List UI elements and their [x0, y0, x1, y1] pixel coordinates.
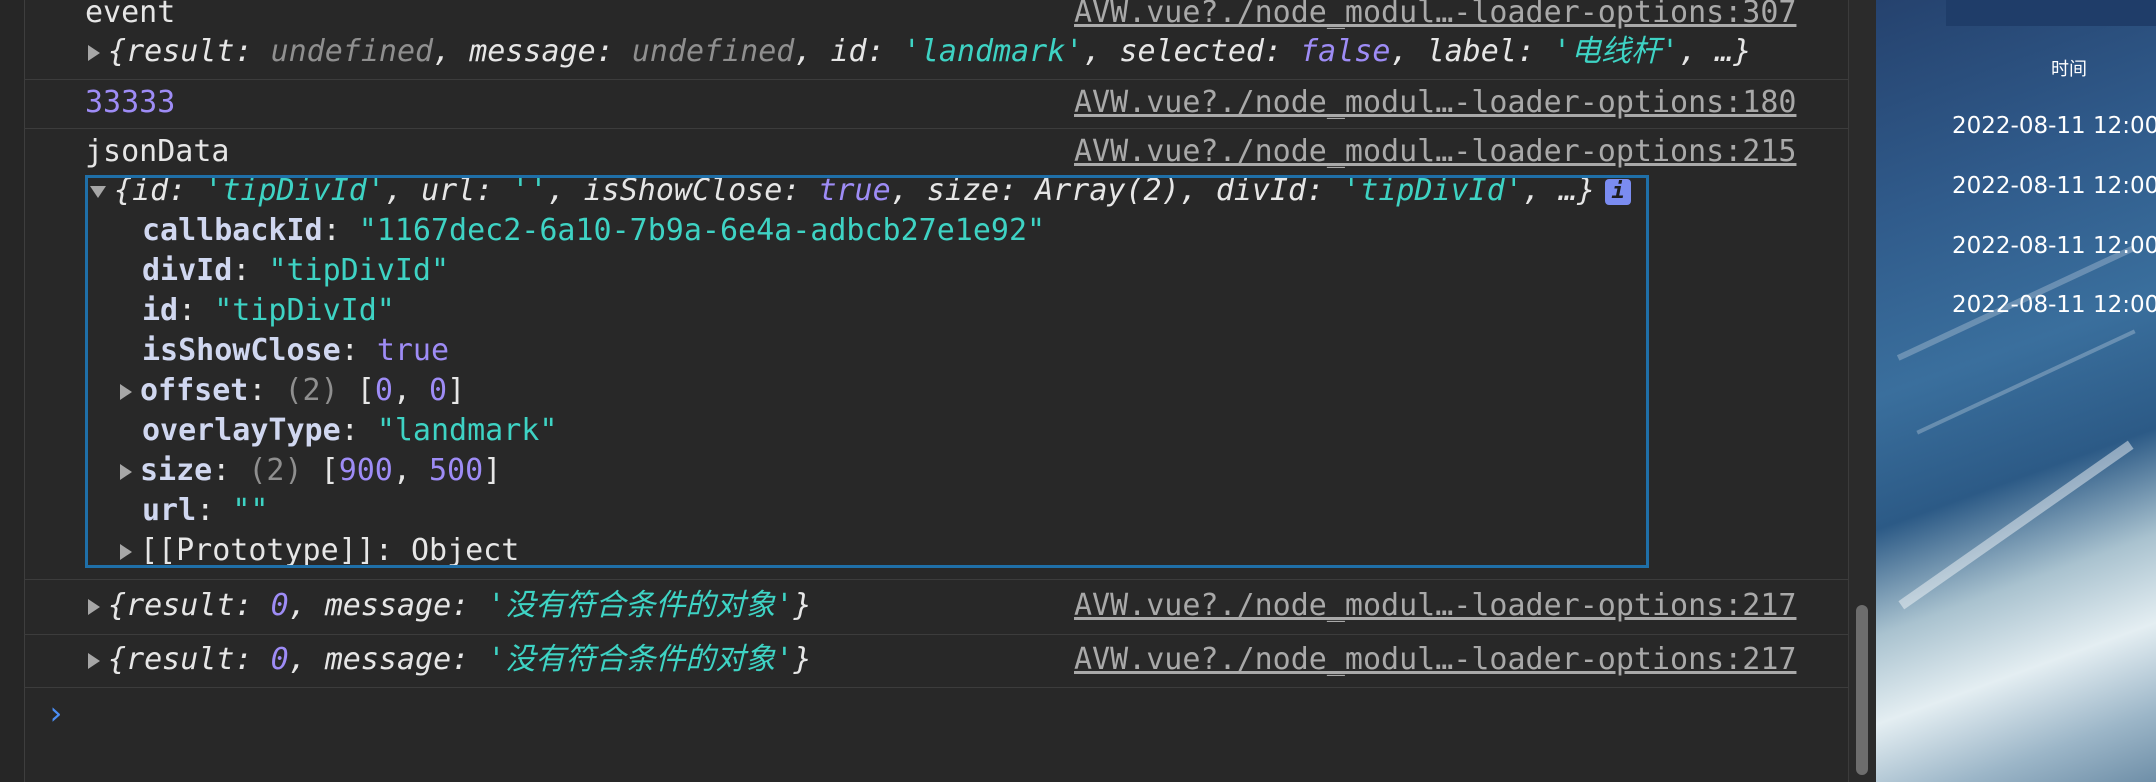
- time-column-header: 时间: [2051, 59, 2087, 80]
- source-link[interactable]: AVW.vue?./node_modul…-loader-options:307: [1074, 0, 1796, 32]
- source-link[interactable]: AVW.vue?./node_modul…-loader-options:180: [1074, 84, 1796, 122]
- console-scrollbar-thumb[interactable]: [1856, 605, 1868, 775]
- object-preview[interactable]: {result: 0, message: '没有符合条件的对象'}: [88, 641, 812, 679]
- log-number: 33333: [85, 85, 176, 120]
- selected-object-outline: [85, 175, 1649, 568]
- expand-triangle-icon[interactable]: [88, 598, 100, 615]
- expand-triangle-icon[interactable]: [88, 652, 100, 669]
- console-prompt-icon[interactable]: ›: [46, 694, 65, 732]
- time-cell: 2022-08-11 12:00: [1952, 173, 2156, 199]
- console-message-event: event AVW.vue?./node_modul…-loader-optio…: [24, 0, 1848, 80]
- log-label: event: [85, 0, 176, 30]
- panel-header-bar: [1946, 0, 2156, 26]
- console-left-gutter: [0, 0, 25, 782]
- object-preview[interactable]: {result: 0, message: '没有符合条件的对象'}: [88, 587, 812, 625]
- console-message-number: 33333 AVW.vue?./node_modul…-loader-optio…: [24, 80, 1848, 129]
- console-message-result: {result: 0, message: '没有符合条件的对象'} AVW.vu…: [24, 580, 1848, 635]
- decorative-stripe: [1898, 440, 2134, 610]
- object-preview[interactable]: {result: undefined, message: undefined, …: [88, 33, 1751, 71]
- expand-triangle-icon[interactable]: [88, 44, 100, 61]
- source-link[interactable]: AVW.vue?./node_modul…-loader-options:217: [1074, 641, 1796, 679]
- console-message-result: {result: 0, message: '没有符合条件的对象'} AVW.vu…: [24, 635, 1848, 688]
- source-link[interactable]: AVW.vue?./node_modul…-loader-options:217: [1074, 587, 1796, 625]
- decorative-stripe: [1916, 329, 2136, 435]
- time-cell: 2022-08-11 12:00: [1952, 292, 2156, 318]
- time-cell: 2022-08-11 12:00: [1952, 113, 2156, 139]
- devtools-console: event AVW.vue?./node_modul…-loader-optio…: [0, 0, 1848, 782]
- time-cell: 2022-08-11 12:00: [1952, 233, 2156, 259]
- log-label: jsonData: [85, 134, 230, 169]
- source-link[interactable]: AVW.vue?./node_modul…-loader-options:215: [1074, 133, 1796, 171]
- page-background-panel: 时间 2022-08-11 12:00 2022-08-11 12:00 202…: [1876, 0, 2156, 782]
